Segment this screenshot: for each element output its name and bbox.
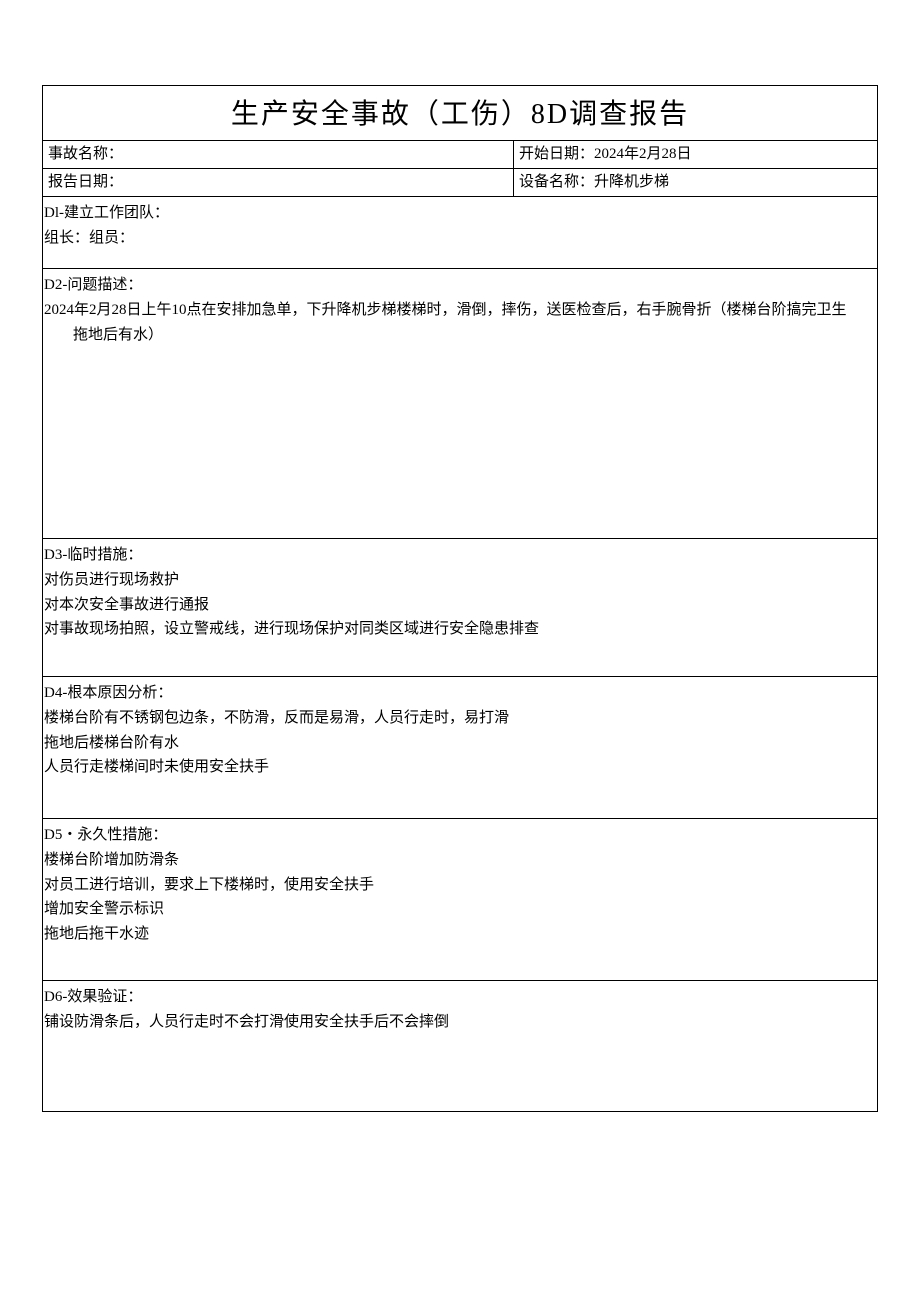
equipment-value: 升降机步梯 — [594, 174, 669, 190]
report-title: 生产安全事故（工伤）8D调查报告 — [43, 86, 877, 141]
header-row-1: 事故名称： 开始日期：2024年2月28日 — [43, 141, 877, 169]
d2-line2: 拖地后有水） — [43, 323, 872, 348]
header-row-2: 报告日期： 设备名称：升降机步梯 — [43, 169, 877, 197]
d6-label: D6-效果验证： — [43, 985, 872, 1010]
section-d2: D2-问题描述： 2024年2月28日上午10点在安排加急单，下升降机步梯楼梯时… — [43, 269, 877, 539]
d4-line2: 拖地后楼梯台阶有水 — [43, 731, 872, 756]
incident-name-label: 事故名称： — [48, 146, 123, 162]
section-d5: D5・永久性措施： 楼梯台阶增加防滑条 对员工进行培训，要求上下楼梯时，使用安全… — [43, 819, 877, 981]
d6-line1: 铺设防滑条后，人员行走时不会打滑使用安全扶手后不会摔倒 — [43, 1010, 872, 1035]
d3-line3: 对事故现场拍照，设立警戒线，进行现场保护对同类区域进行安全隐患排查 — [43, 617, 872, 642]
d4-line1: 楼梯台阶有不锈钢包边条，不防滑，反而是易滑，人员行走时，易打滑 — [43, 706, 872, 731]
d5-line2: 对员工进行培训，要求上下楼梯时，使用安全扶手 — [43, 873, 872, 898]
d1-label: Dl-建立工作团队： — [43, 201, 872, 226]
d3-label: D3-临时措施： — [43, 543, 872, 568]
report-container: 生产安全事故（工伤）8D调查报告 事故名称： 开始日期：2024年2月28日 报… — [42, 85, 878, 1112]
d1-line1: 组长：组员： — [43, 226, 872, 251]
start-date-cell: 开始日期：2024年2月28日 — [514, 141, 877, 168]
d5-label: D5・永久性措施： — [43, 823, 872, 848]
d5-line4: 拖地后拖干水迹 — [43, 922, 872, 947]
d4-line3: 人员行走楼梯间时未使用安全扶手 — [43, 755, 872, 780]
d2-label: D2-问题描述： — [43, 273, 872, 298]
d4-label: D4-根本原因分析： — [43, 681, 872, 706]
start-date-label: 开始日期： — [519, 146, 594, 162]
equipment-label: 设备名称： — [519, 174, 594, 190]
d5-line1: 楼梯台阶增加防滑条 — [43, 848, 872, 873]
report-date-label: 报告日期： — [48, 174, 123, 190]
section-d4: D4-根本原因分析： 楼梯台阶有不锈钢包边条，不防滑，反而是易滑，人员行走时，易… — [43, 677, 877, 819]
report-date-cell: 报告日期： — [43, 169, 514, 196]
d5-line3: 增加安全警示标识 — [43, 897, 872, 922]
section-d3: D3-临时措施： 对伤员进行现场救护 对本次安全事故进行通报 对事故现场拍照，设… — [43, 539, 877, 677]
section-d1: Dl-建立工作团队： 组长：组员： — [43, 197, 877, 269]
d3-line1: 对伤员进行现场救护 — [43, 568, 872, 593]
section-d6: D6-效果验证： 铺设防滑条后，人员行走时不会打滑使用安全扶手后不会摔倒 — [43, 981, 877, 1111]
start-date-value: 2024年2月28日 — [594, 146, 692, 162]
equipment-cell: 设备名称：升降机步梯 — [514, 169, 877, 196]
d3-line2: 对本次安全事故进行通报 — [43, 593, 872, 618]
d2-line1: 2024年2月28日上午10点在安排加急单，下升降机步梯楼梯时，滑倒，摔伤，送医… — [43, 298, 872, 323]
incident-name-cell: 事故名称： — [43, 141, 514, 168]
